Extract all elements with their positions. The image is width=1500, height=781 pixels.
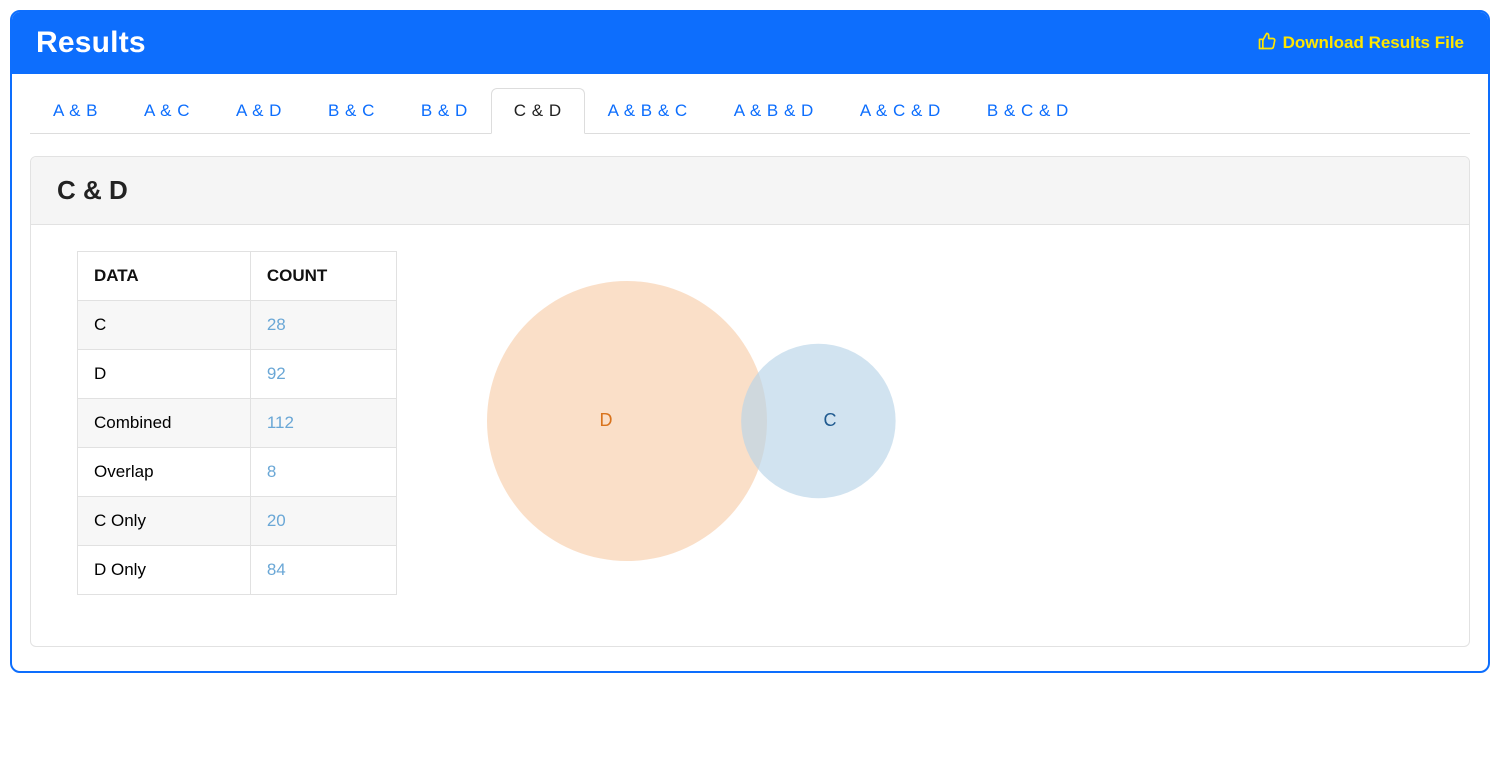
- table-row: C Only20: [78, 497, 397, 546]
- col-data-header: DATA: [78, 252, 251, 301]
- cell-data: D: [78, 350, 251, 399]
- download-results-label: Download Results File: [1283, 33, 1464, 53]
- panel-header: Results Download Results File: [12, 12, 1488, 74]
- page-title: Results: [36, 26, 146, 60]
- cell-count[interactable]: 28: [250, 301, 396, 350]
- cell-data: Overlap: [78, 448, 251, 497]
- cell-count[interactable]: 8: [250, 448, 396, 497]
- venn-label: C: [823, 410, 836, 430]
- venn-diagram: DC: [457, 251, 897, 596]
- tab[interactable]: B & C & D: [964, 88, 1092, 134]
- tab[interactable]: A & D: [213, 88, 305, 134]
- tab[interactable]: A & C: [121, 88, 213, 134]
- download-results-button[interactable]: Download Results File: [1257, 31, 1464, 56]
- cell-data: C Only: [78, 497, 251, 546]
- venn-circle: [487, 281, 767, 561]
- cell-data: Combined: [78, 399, 251, 448]
- cell-count[interactable]: 112: [250, 399, 396, 448]
- data-table: DATA COUNT C28D92Combined112Overlap8C On…: [77, 251, 397, 595]
- panel-body: A & BA & CA & DB & CB & DC & DA & B & CA…: [12, 74, 1488, 671]
- tab[interactable]: A & C & D: [837, 88, 964, 134]
- table-row: Overlap8: [78, 448, 397, 497]
- tab[interactable]: A & B & D: [711, 88, 837, 134]
- tab[interactable]: A & B: [30, 88, 121, 134]
- cell-data: C: [78, 301, 251, 350]
- tab[interactable]: C & D: [491, 88, 585, 134]
- cell-data: D Only: [78, 546, 251, 595]
- thumbs-up-icon: [1257, 31, 1277, 56]
- results-panel: Results Download Results File A & BA & C…: [10, 10, 1490, 673]
- tab-bar: A & BA & CA & DB & CB & DC & DA & B & CA…: [30, 88, 1470, 134]
- table-row: Combined112: [78, 399, 397, 448]
- cell-count[interactable]: 92: [250, 350, 396, 399]
- results-section: C & D DATA COUNT C28D92Combined112Overla…: [30, 156, 1470, 647]
- table-row: D92: [78, 350, 397, 399]
- section-body: DATA COUNT C28D92Combined112Overlap8C On…: [31, 225, 1469, 646]
- table-row: C28: [78, 301, 397, 350]
- venn-label: D: [600, 410, 613, 430]
- cell-count[interactable]: 20: [250, 497, 396, 546]
- col-count-header: COUNT: [250, 252, 396, 301]
- table-row: D Only84: [78, 546, 397, 595]
- tab[interactable]: B & C: [305, 88, 398, 134]
- tab[interactable]: B & D: [398, 88, 491, 134]
- section-title: C & D: [31, 157, 1469, 225]
- venn-circle: [741, 344, 895, 498]
- tab[interactable]: A & B & C: [585, 88, 711, 134]
- cell-count[interactable]: 84: [250, 546, 396, 595]
